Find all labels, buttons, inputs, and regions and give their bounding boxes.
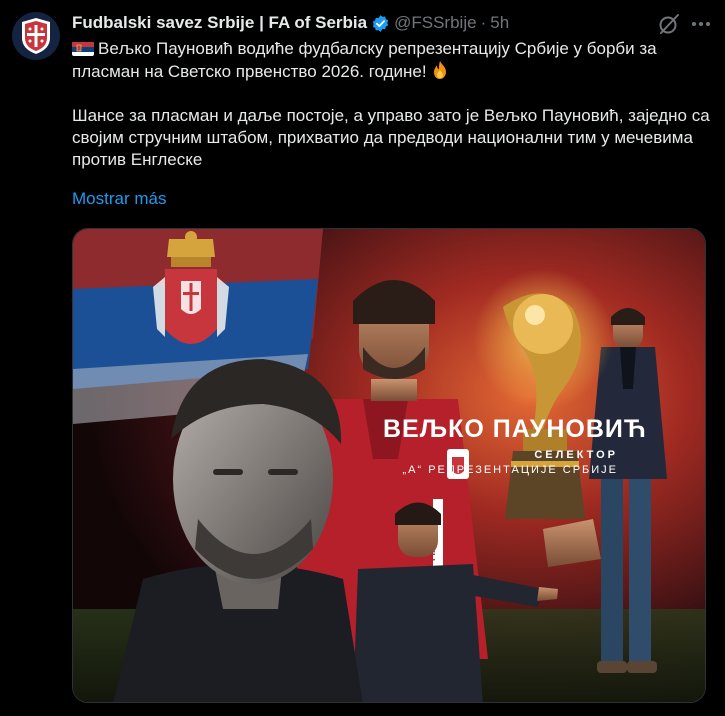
- separator: ·: [480, 13, 487, 32]
- role-text: СЕЛЕКТОР: [534, 449, 618, 461]
- author-handle[interactable]: @FSSrbije: [394, 13, 476, 33]
- avatar[interactable]: [12, 12, 60, 60]
- verified-badge-icon: [371, 14, 390, 33]
- tweet-header: Fudbalski savez Srbije | FA of Serbia @F…: [72, 12, 713, 34]
- timestamp[interactable]: 5h: [490, 13, 509, 33]
- team-text: „А“ РЕПРЕЗЕНТАЦИЈЕ СРБИЈЕ: [402, 464, 618, 476]
- tweet-paragraph-2: Шансе за пласман и даље постоје, а управ…: [72, 106, 710, 169]
- serbia-flag-icon: [72, 41, 94, 56]
- tweet-paragraph-1: Вељко Пауновић водиће фудбалску репрезен…: [72, 38, 712, 83]
- headline-text: ВЕЉКО ПАУНОВИЋ: [383, 415, 647, 443]
- author-name[interactable]: Fudbalski savez Srbije | FA of Serbia: [72, 13, 367, 33]
- tweet-text: Вељко Пауновић водиће фудбалску репрезен…: [72, 38, 712, 171]
- fire-emoji-icon: [431, 60, 449, 80]
- fss-crest-icon: [22, 18, 50, 54]
- tweet-line-1: Вељко Пауновић водиће фудбалску репрезен…: [72, 39, 657, 81]
- show-more-link[interactable]: Mostrar más: [72, 189, 166, 209]
- tweet-image[interactable]: FIFA.com ВЕЉКО ПАУНОВИЋ СЕЛЕКТОР „А“ РЕП…: [72, 228, 706, 703]
- grok-icon[interactable]: [657, 12, 681, 36]
- more-dots-icon[interactable]: [687, 10, 715, 38]
